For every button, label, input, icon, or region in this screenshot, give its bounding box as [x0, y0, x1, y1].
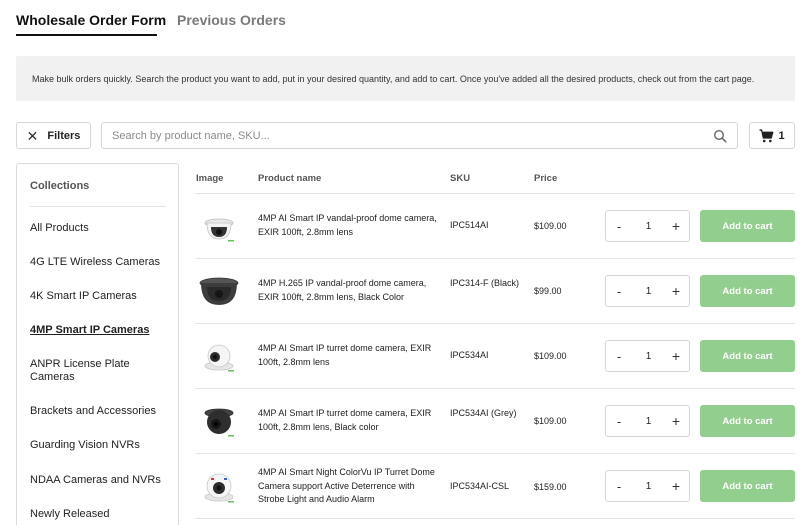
- tab-previous-orders[interactable]: Previous Orders: [177, 12, 297, 28]
- product-sku: IPC534AI (Grey): [450, 408, 517, 418]
- product-name[interactable]: 4MP AI Smart IP turret dome camera, EXIR…: [258, 407, 443, 434]
- dome-camera-white-icon: [204, 218, 234, 242]
- increase-quantity-button[interactable]: +: [663, 341, 689, 371]
- increase-quantity-button[interactable]: +: [663, 471, 689, 501]
- product-image[interactable]: [195, 397, 243, 445]
- increase-quantity-button[interactable]: +: [663, 276, 689, 306]
- table-row: 4MP AI Smart Night ColorVu IP Turret Dom…: [195, 454, 795, 519]
- add-to-cart-button[interactable]: Add to cart: [700, 210, 795, 242]
- filters-button[interactable]: ✕ Filters: [16, 122, 91, 149]
- search-input[interactable]: [112, 123, 702, 148]
- quantity-value[interactable]: 1: [632, 341, 665, 371]
- add-to-cart-button[interactable]: Add to cart: [700, 275, 795, 307]
- product-name[interactable]: 4MP AI Smart Night ColorVu IP Turret Dom…: [258, 466, 443, 507]
- table-row: 4MP AI Smart IP turret dome camera, EXIR…: [195, 324, 795, 389]
- column-header-sku: SKU: [450, 173, 471, 184]
- product-image[interactable]: [195, 267, 243, 315]
- quantity-stepper: - 1 +: [605, 210, 690, 242]
- decrease-quantity-button[interactable]: -: [606, 276, 632, 306]
- active-tab-indicator: [16, 34, 157, 36]
- product-image[interactable]: [195, 462, 243, 510]
- column-header-product-name: Product name: [258, 173, 322, 184]
- add-to-cart-button[interactable]: Add to cart: [700, 470, 795, 502]
- table-row: 4MP AI Smart IP vandal-proof dome camera…: [195, 194, 795, 259]
- increase-quantity-button[interactable]: +: [663, 406, 689, 436]
- product-price: $159.00: [534, 482, 567, 492]
- search-box: [101, 122, 738, 149]
- increase-quantity-button[interactable]: +: [663, 211, 689, 241]
- product-price: $109.00: [534, 221, 567, 231]
- product-sku: IPC314-F (Black): [450, 278, 520, 288]
- colorvu-turret-camera-icon: [204, 473, 234, 503]
- product-name[interactable]: 4MP AI Smart IP turret dome camera, EXIR…: [258, 342, 443, 369]
- cart-button[interactable]: 1: [749, 122, 795, 149]
- decrease-quantity-button[interactable]: -: [606, 211, 632, 241]
- collection-guarding-vision-nvrs[interactable]: Guarding Vision NVRs: [30, 439, 170, 452]
- product-sku: IPC514AI: [450, 220, 489, 230]
- product-sku: IPC534AI: [450, 350, 489, 360]
- decrease-quantity-button[interactable]: -: [606, 406, 632, 436]
- dome-camera-black-icon: [199, 277, 239, 305]
- sidebar-title: Collections: [30, 180, 90, 192]
- column-header-price: Price: [534, 173, 558, 184]
- collection-brackets-and-accessories[interactable]: Brackets and Accessories: [30, 405, 170, 418]
- turret-camera-white-icon: [204, 344, 234, 372]
- table-row: 4MP H.265 IP vandal-proof dome camera, E…: [195, 259, 795, 324]
- info-banner: Make bulk orders quickly. Search the pro…: [16, 56, 795, 101]
- collection-4k-smart-ip-cameras[interactable]: 4K Smart IP Cameras: [30, 290, 170, 303]
- quantity-stepper: - 1 +: [605, 275, 690, 307]
- quantity-value[interactable]: 1: [632, 211, 665, 241]
- product-name[interactable]: 4MP H.265 IP vandal-proof dome camera, E…: [258, 277, 443, 304]
- quantity-value[interactable]: 1: [632, 276, 665, 306]
- collection-4mp-smart-ip-cameras[interactable]: 4MP Smart IP Cameras: [30, 324, 170, 337]
- product-sku: IPC534AI-CSL: [450, 481, 510, 491]
- collection-4g-lte-wireless-cameras[interactable]: 4G LTE Wireless Cameras: [30, 256, 170, 269]
- quantity-value[interactable]: 1: [632, 406, 665, 436]
- product-price: $109.00: [534, 351, 567, 361]
- search-icon[interactable]: [713, 129, 727, 143]
- turret-camera-black-icon: [204, 408, 234, 437]
- product-image[interactable]: [195, 202, 243, 250]
- collection-ndaa-cameras-and-nvrs[interactable]: NDAA Cameras and NVRs: [30, 474, 170, 487]
- quantity-value[interactable]: 1: [632, 471, 665, 501]
- quantity-stepper: - 1 +: [605, 405, 690, 437]
- product-image[interactable]: [195, 332, 243, 380]
- add-to-cart-button[interactable]: Add to cart: [700, 340, 795, 372]
- quantity-stepper: - 1 +: [605, 470, 690, 502]
- product-price: $99.00: [534, 286, 562, 296]
- collections-sidebar: Collections All Products 4G LTE Wireless…: [16, 163, 179, 525]
- quantity-stepper: - 1 +: [605, 340, 690, 372]
- decrease-quantity-button[interactable]: -: [606, 341, 632, 371]
- info-banner-text: Make bulk orders quickly. Search the pro…: [32, 73, 755, 84]
- table-row: 4MP AI Smart IP turret dome camera, EXIR…: [195, 389, 795, 454]
- cart-icon: [759, 128, 774, 142]
- collection-newly-released[interactable]: Newly Released: [30, 508, 170, 521]
- tab-wholesale-order-form[interactable]: Wholesale Order Form: [16, 12, 166, 28]
- column-header-image: Image: [196, 173, 224, 184]
- add-to-cart-button[interactable]: Add to cart: [700, 405, 795, 437]
- filters-label: Filters: [47, 129, 81, 142]
- collection-all-products[interactable]: All Products: [30, 222, 170, 235]
- collection-anpr-license-plate-cameras[interactable]: ANPR License Plate Cameras: [30, 358, 170, 384]
- product-price: $109.00: [534, 416, 567, 426]
- sidebar-divider: [30, 206, 166, 207]
- cart-count: 1: [778, 129, 785, 142]
- close-icon: ✕: [26, 127, 39, 144]
- decrease-quantity-button[interactable]: -: [606, 471, 632, 501]
- product-name[interactable]: 4MP AI Smart IP vandal-proof dome camera…: [258, 212, 443, 239]
